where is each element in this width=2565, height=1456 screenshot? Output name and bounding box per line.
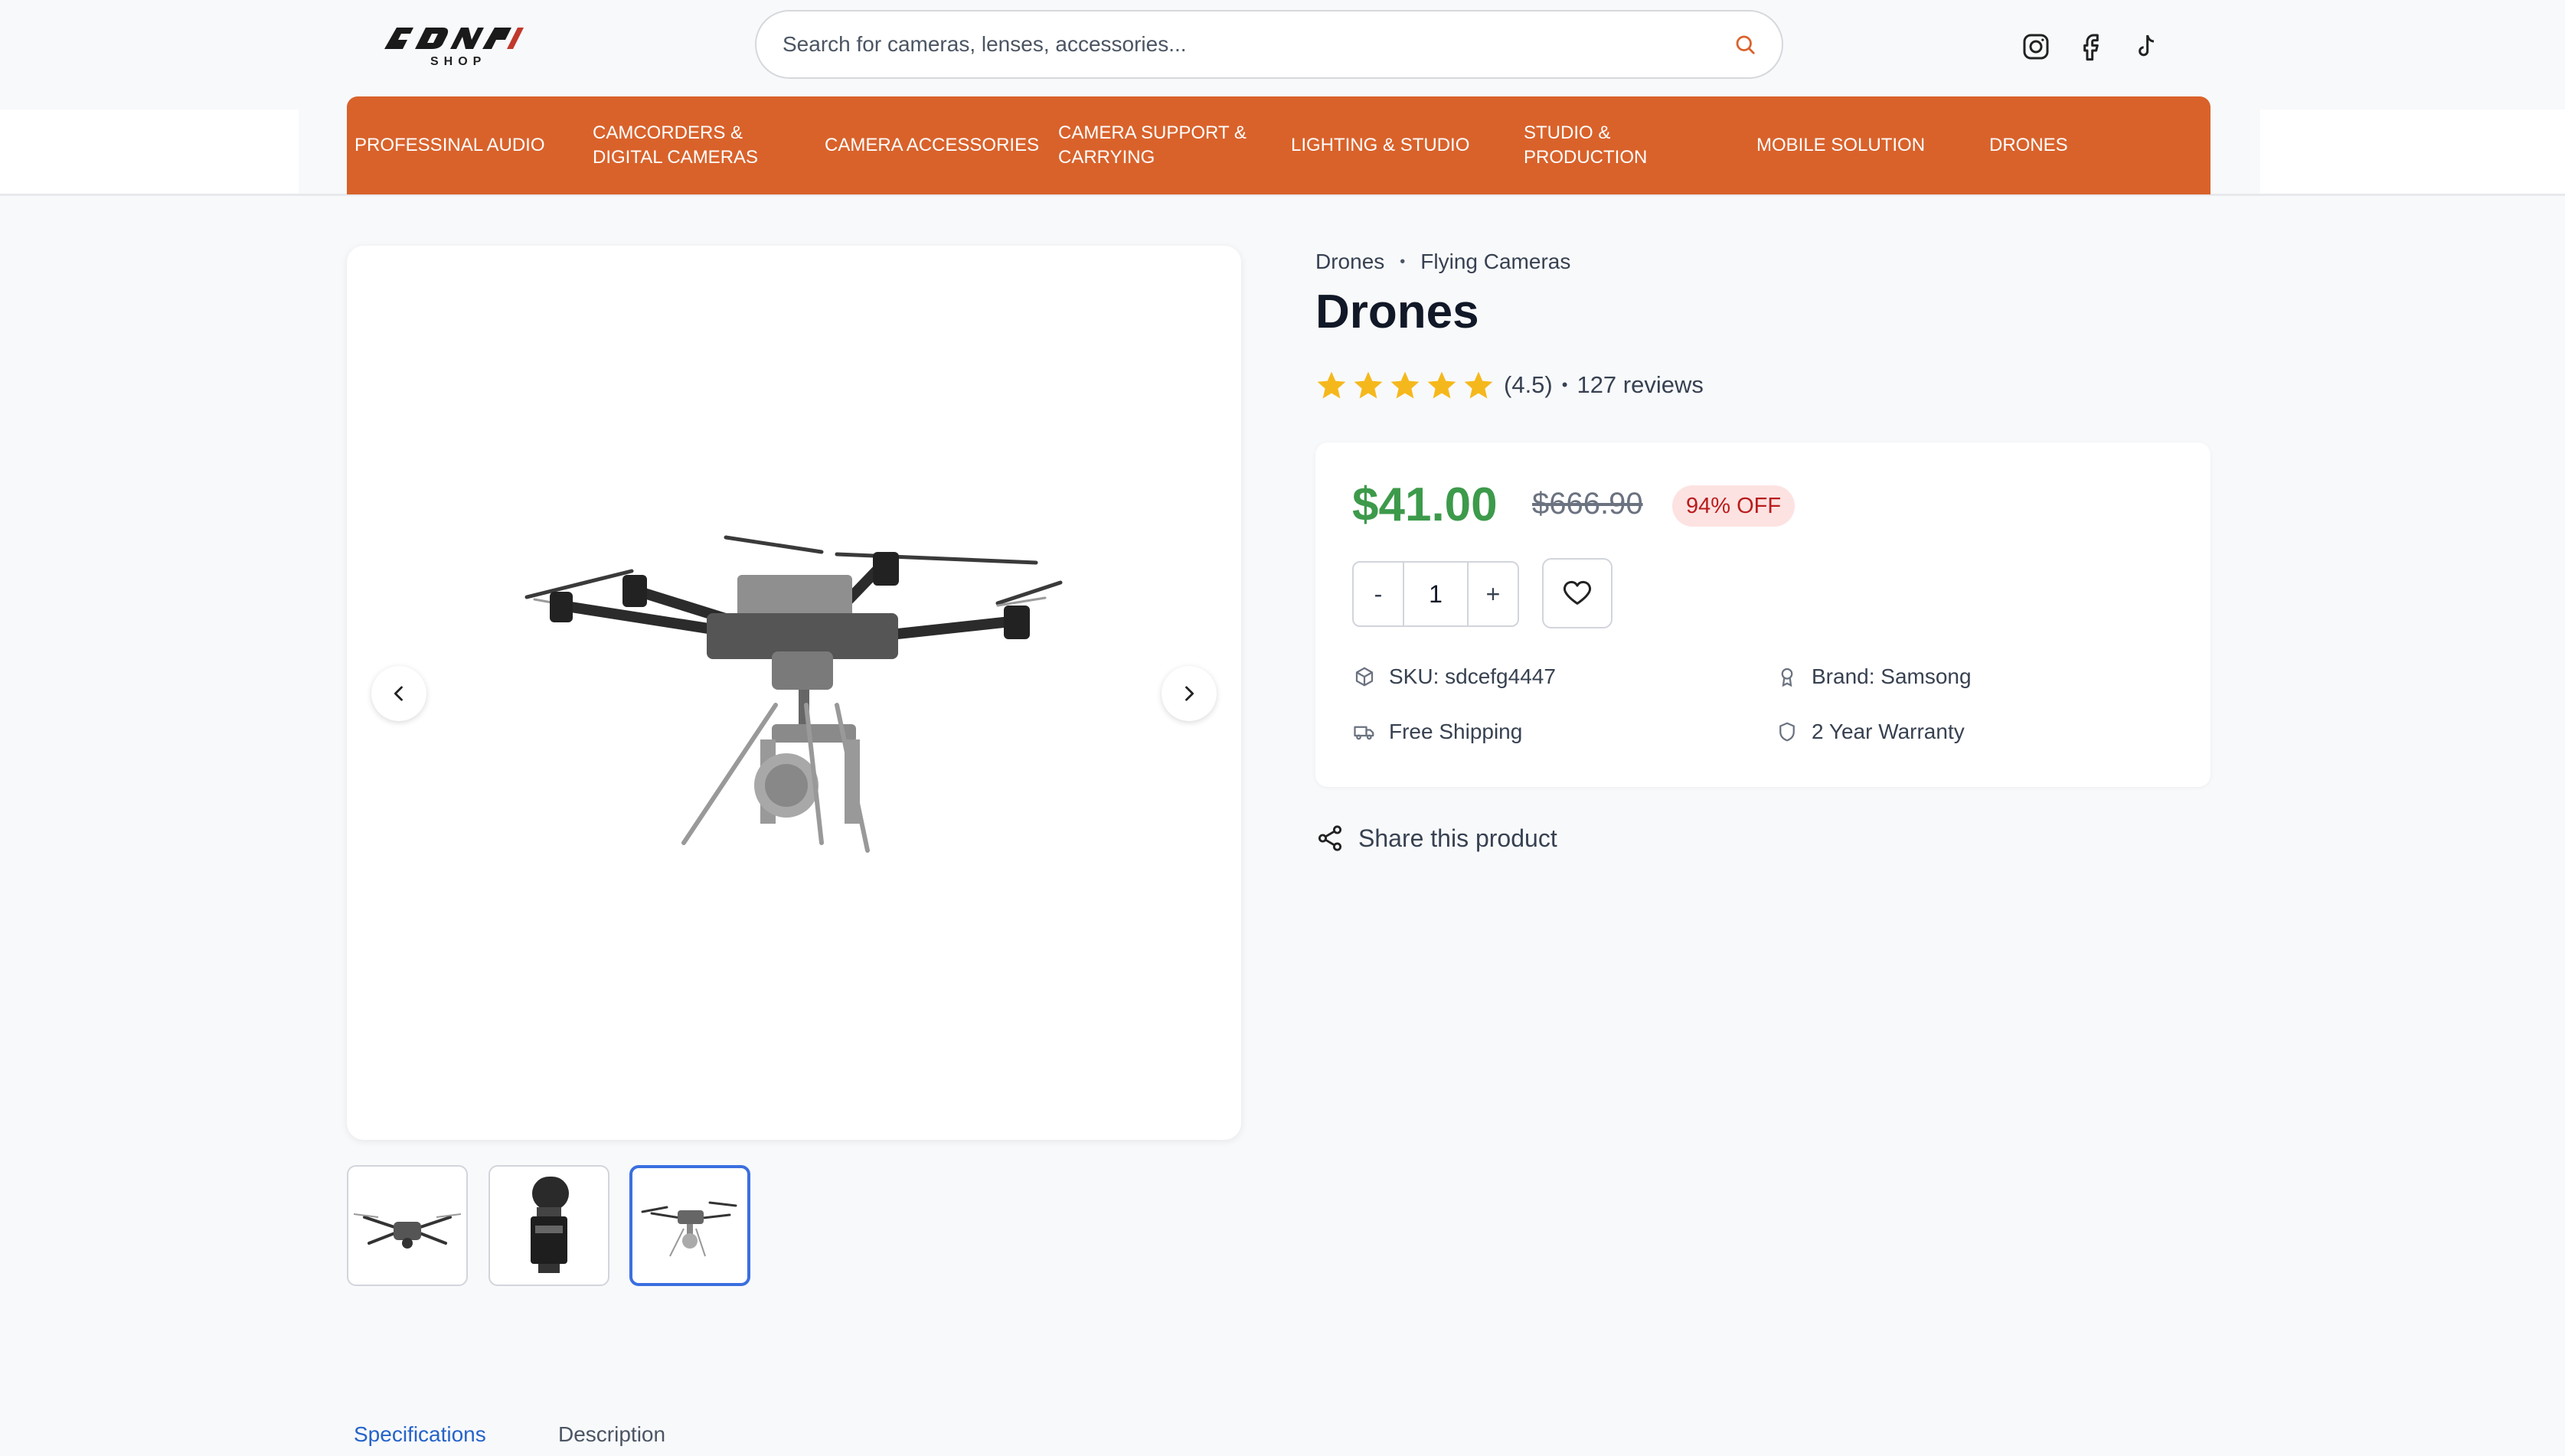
thumbnail-drone-folding <box>354 1213 461 1249</box>
breadcrumb-item[interactable]: Flying Cameras <box>1420 250 1570 274</box>
nav-item-drones[interactable]: DRONES <box>1989 96 2142 194</box>
increase-quantity-button[interactable]: + <box>1469 563 1518 625</box>
thumbnail-drone-hexacopter <box>641 1201 737 1257</box>
facebook-icon[interactable] <box>2073 29 2109 64</box>
category-nav: PROFESSINAL AUDIO CAMCORDERS & DIGITAL C… <box>347 96 2210 194</box>
sku-text: SKU: sdcefg4447 <box>1389 664 1556 688</box>
thumbnail-1[interactable] <box>347 1165 468 1286</box>
nav-item-camera-accessories[interactable]: CAMERA ACCESSORIES <box>825 96 1054 194</box>
chevron-right-icon <box>1185 686 1194 701</box>
tab-description[interactable]: Description <box>558 1422 665 1447</box>
brand-info: Brand: Samsong <box>1775 664 1972 689</box>
brand-text: Brand: Samsong <box>1812 664 1972 688</box>
product-rating: (4.5) • 127 reviews <box>1315 369 1704 401</box>
rating-stars <box>1315 369 1495 401</box>
search-input[interactable] <box>783 32 1731 57</box>
share-product-button[interactable]: Share this product <box>1315 824 1557 853</box>
logo-subtitle: SHOP <box>430 55 487 68</box>
discount-badge: 94% OFF <box>1672 485 1796 527</box>
instagram-icon[interactable] <box>2018 29 2054 64</box>
sku-info: SKU: sdcefg4447 <box>1352 664 1556 689</box>
search-bar[interactable] <box>755 10 1783 79</box>
star-icon <box>1390 371 1420 399</box>
original-price: $666.90 <box>1532 487 1643 521</box>
drone-image <box>524 535 1063 853</box>
logo-wordmark-graphic <box>384 28 524 49</box>
star-icon <box>1464 371 1493 399</box>
star-icon <box>1427 371 1456 399</box>
previous-image-button[interactable] <box>371 666 426 721</box>
shield-icon <box>1775 720 1799 744</box>
star-icon <box>1354 371 1383 399</box>
breadcrumb: Drones • Flying Cameras <box>1315 250 1570 274</box>
award-icon <box>1775 664 1799 689</box>
wishlist-button[interactable] <box>1542 558 1613 628</box>
next-image-button[interactable] <box>1162 666 1217 721</box>
thumbnail-camera-flash <box>531 1177 569 1273</box>
tab-specifications[interactable]: Specifications <box>354 1422 486 1447</box>
rating-separator: • <box>1561 375 1568 394</box>
breadcrumb-separator: • <box>1400 253 1406 270</box>
product-main-image[interactable] <box>347 246 1241 1140</box>
rating-value: (4.5) <box>1504 371 1553 398</box>
share-icon <box>1318 825 1342 851</box>
social-links <box>2018 29 2164 64</box>
warranty-info: 2 Year Warranty <box>1775 720 1965 744</box>
nav-background-right <box>2260 109 2565 194</box>
site-logo[interactable]: SHOP <box>380 23 533 70</box>
search-icon[interactable] <box>1731 31 1759 58</box>
nav-item-lighting-studio[interactable]: LIGHTING & STUDIO <box>1291 96 1505 194</box>
warranty-text: 2 Year Warranty <box>1812 720 1965 743</box>
nav-item-professional-audio[interactable]: PROFESSINAL AUDIO <box>355 96 577 194</box>
nav-item-studio-production[interactable]: STUDIO & PRODUCTION <box>1524 96 1700 194</box>
box-icon <box>1352 664 1377 689</box>
share-label: Share this product <box>1358 824 1557 852</box>
tiktok-icon[interactable] <box>2129 29 2164 64</box>
truck-icon <box>1352 720 1377 744</box>
shipping-text: Free Shipping <box>1389 720 1523 743</box>
breadcrumb-item[interactable]: Drones <box>1315 250 1384 274</box>
thumbnail-2[interactable] <box>488 1165 609 1286</box>
star-icon <box>1317 371 1346 399</box>
decrease-quantity-button[interactable]: - <box>1354 563 1403 625</box>
purchase-card: $41.00 $666.90 94% OFF - 1 + SKU: sdcefg… <box>1315 442 2210 787</box>
heart-icon <box>1563 580 1592 605</box>
quantity-value[interactable]: 1 <box>1403 563 1469 625</box>
nav-item-camcorders[interactable]: CAMCORDERS & DIGITAL CAMERAS <box>593 96 807 194</box>
product-title: Drones <box>1315 286 1479 338</box>
review-count[interactable]: 127 reviews <box>1577 371 1703 399</box>
current-price: $41.00 <box>1352 478 1498 531</box>
nav-item-mobile-solution[interactable]: MOBILE SOLUTION <box>1756 96 1963 194</box>
quantity-stepper: - 1 + <box>1352 561 1519 627</box>
nav-item-camera-support[interactable]: CAMERA SUPPORT & CARRYING <box>1058 96 1280 194</box>
chevron-left-icon <box>394 686 403 701</box>
nav-background-left <box>0 109 299 194</box>
thumbnail-3[interactable] <box>629 1165 750 1286</box>
shipping-info: Free Shipping <box>1352 720 1522 744</box>
